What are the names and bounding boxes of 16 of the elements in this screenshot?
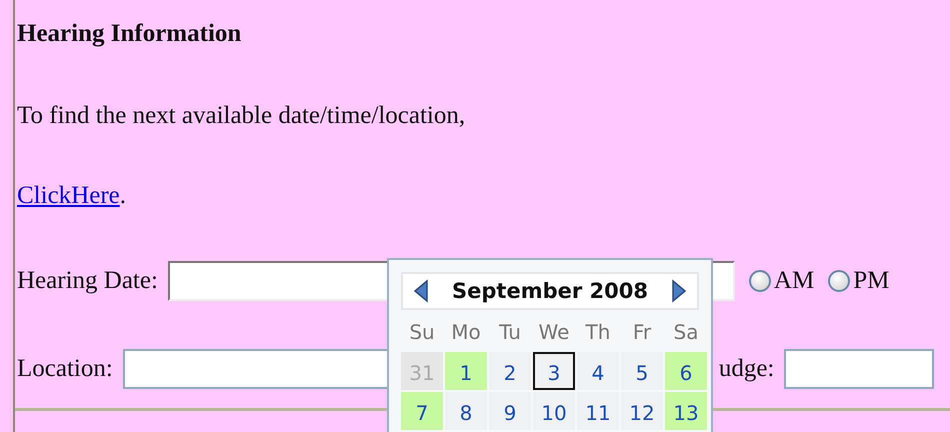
instruction-text: To find the next available date/time/location, xyxy=(17,101,466,131)
location-label: Location: xyxy=(17,355,113,383)
radio-label: AM xyxy=(774,267,814,295)
weekday-label: We xyxy=(538,319,570,346)
period-text: . xyxy=(120,182,126,211)
section-heading: Hearing Information xyxy=(17,19,242,49)
weekday-label: Mo xyxy=(450,319,482,346)
weekday-label: Fr xyxy=(632,319,652,346)
weekday-label: Tu xyxy=(498,319,522,346)
weekday-label: Sa xyxy=(672,319,700,346)
judge-label: udge: xyxy=(718,355,774,383)
weekday-label: Su xyxy=(408,319,436,346)
hearing-date-label: Hearing Date: xyxy=(17,267,158,295)
radio-label: PM xyxy=(853,267,890,295)
month-title: September 2008 xyxy=(452,279,648,303)
weekday-label: Th xyxy=(584,319,612,346)
